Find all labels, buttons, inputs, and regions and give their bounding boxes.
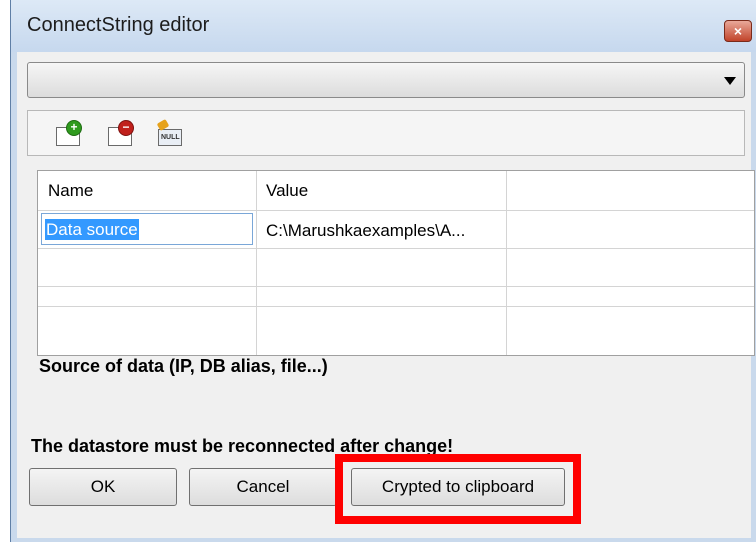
connectstring-editor-window: ConnectString editor × + − NULL Name Val… (10, 0, 756, 542)
plus-icon: + (66, 120, 82, 136)
set-null-button[interactable]: NULL (156, 119, 184, 147)
name-cell-editor[interactable]: Data source (41, 213, 253, 245)
grid-divider (38, 286, 754, 287)
remove-row-button[interactable]: − (106, 119, 134, 147)
title-bar: ConnectString editor × (11, 0, 756, 52)
column-header-name[interactable]: Name (48, 181, 93, 201)
connection-combobox[interactable] (27, 62, 745, 98)
toolbar: + − NULL (27, 110, 745, 156)
null-label: NULL (161, 134, 180, 141)
chevron-down-icon[interactable] (724, 77, 736, 85)
property-description: Source of data (IP, DB alias, file...) (39, 356, 328, 376)
name-cell-value[interactable]: Data source (45, 219, 139, 240)
value-cell[interactable]: C:\Marushkaexamples\A... (266, 221, 465, 241)
grid-divider (38, 306, 754, 307)
ok-button[interactable]: OK (29, 468, 177, 506)
grid-header (38, 171, 754, 211)
grid-divider (506, 171, 507, 355)
highlight-box (335, 454, 581, 524)
dialog-client-area: + − NULL Name Value Data source C:\Marus… (17, 52, 755, 538)
grid-divider (38, 248, 754, 249)
window-title: ConnectString editor (27, 14, 210, 36)
close-button[interactable]: × (724, 20, 752, 42)
cancel-button[interactable]: Cancel (189, 468, 337, 506)
close-icon: × (733, 23, 743, 39)
properties-grid[interactable]: Name Value Data source C:\Marushkaexampl… (37, 170, 755, 356)
grid-divider (38, 210, 754, 211)
add-row-button[interactable]: + (54, 119, 82, 147)
grid-divider (256, 171, 257, 355)
minus-icon: − (118, 120, 134, 136)
column-header-value[interactable]: Value (266, 181, 308, 201)
